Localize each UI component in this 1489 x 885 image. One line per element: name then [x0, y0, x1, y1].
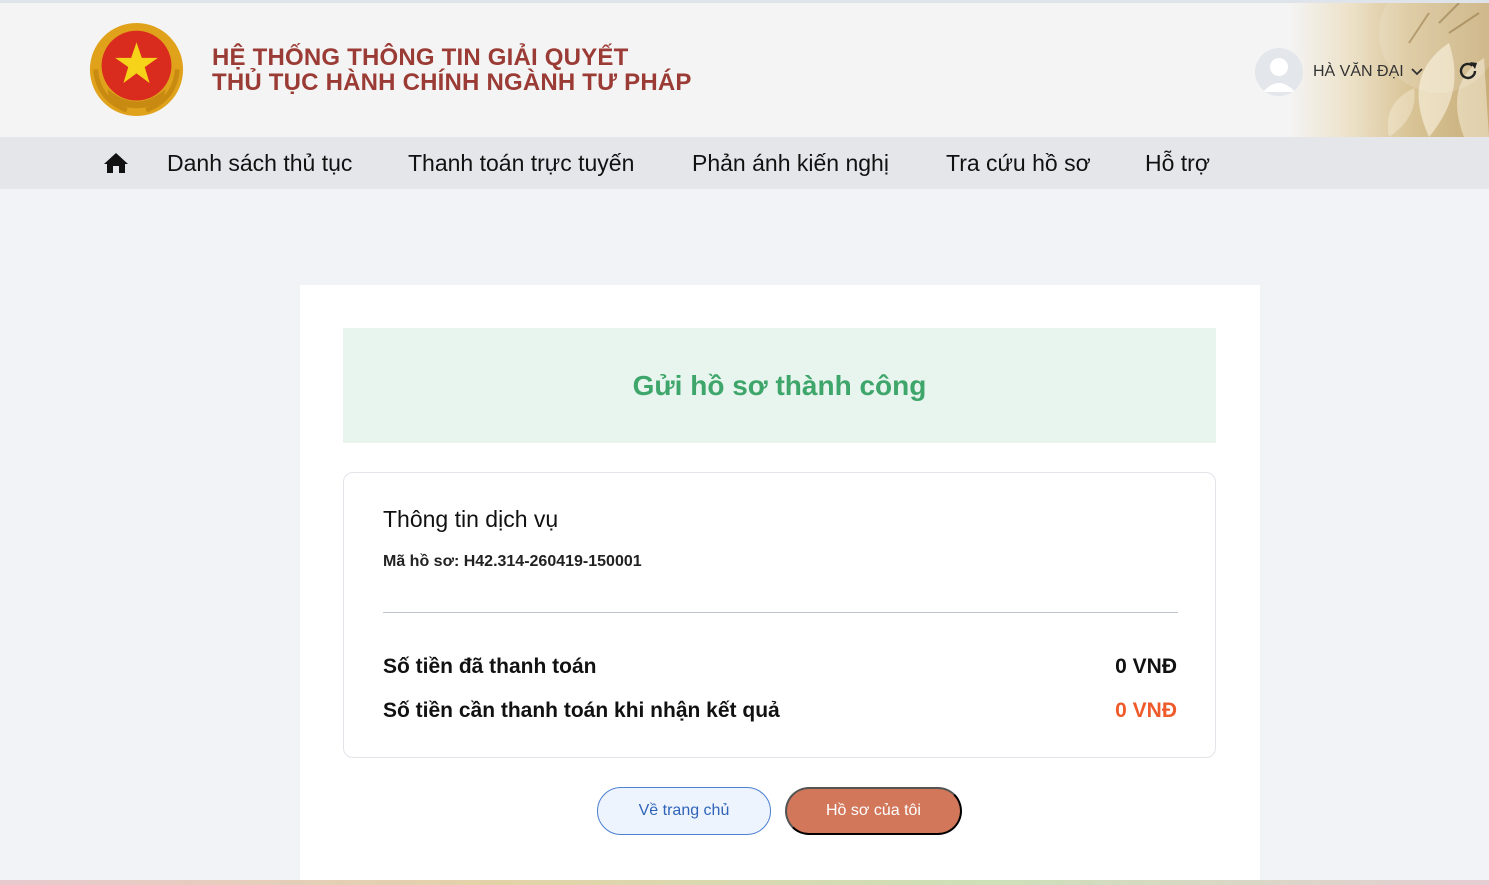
result-card: Gửi hồ sơ thành công Thông tin dịch vụ M…: [300, 285, 1260, 885]
nav-item-procedures[interactable]: Danh sách thủ tục: [167, 150, 352, 177]
refresh-icon[interactable]: [1456, 59, 1480, 83]
user-menu[interactable]: HÀ VĂN ĐẠI: [1255, 47, 1424, 97]
site-title-line2: THỦ TỤC HÀNH CHÍNH NGÀNH TƯ PHÁP: [212, 69, 692, 96]
divider: [383, 612, 1178, 613]
national-emblem-icon[interactable]: [88, 21, 185, 118]
home-icon[interactable]: [103, 151, 129, 175]
site-title-line1: HỆ THỐNG THÔNG TIN GIẢI QUYẾT: [212, 44, 629, 71]
paid-amount-label: Số tiền đã thanh toán: [383, 655, 597, 678]
main-nav: Danh sách thủ tục Thanh toán trực tuyến …: [0, 137, 1489, 189]
user-name[interactable]: HÀ VĂN ĐẠI: [1313, 63, 1404, 81]
chevron-down-icon[interactable]: [1410, 67, 1424, 77]
nav-item-online-payment[interactable]: Thanh toán trực tuyến: [408, 150, 634, 177]
nav-item-support[interactable]: Hỗ trợ: [1145, 150, 1210, 177]
success-banner: Gửi hồ sơ thành công: [343, 328, 1216, 443]
due-amount-value: 0 VNĐ: [1115, 699, 1177, 722]
home-button[interactable]: Về trang chủ: [597, 787, 771, 835]
service-info-title: Thông tin dịch vụ: [383, 506, 559, 532]
user-avatar-icon[interactable]: [1255, 48, 1303, 96]
site-header: HỆ THỐNG THÔNG TIN GIẢI QUYẾT THỦ TỤC HÀ…: [0, 3, 1489, 137]
site-title: HỆ THỐNG THÔNG TIN GIẢI QUYẾT THỦ TỤC HÀ…: [212, 45, 692, 95]
nav-item-file-lookup[interactable]: Tra cứu hồ sơ: [946, 150, 1091, 177]
paid-amount-value: 0 VNĐ: [1115, 655, 1177, 678]
due-amount-label: Số tiền cần thanh toán khi nhận kết quả: [383, 699, 780, 722]
my-files-button[interactable]: Hồ sơ của tôi: [785, 787, 962, 835]
service-info-panel: Thông tin dịch vụ Mã hồ sơ: H42.314-2604…: [343, 472, 1216, 758]
success-message: Gửi hồ sơ thành công: [632, 369, 927, 401]
nav-item-feedback[interactable]: Phản ánh kiến nghị: [692, 150, 889, 177]
bottom-decoration: [0, 880, 1489, 885]
file-code: Mã hồ sơ: H42.314-260419-150001: [383, 553, 642, 570]
